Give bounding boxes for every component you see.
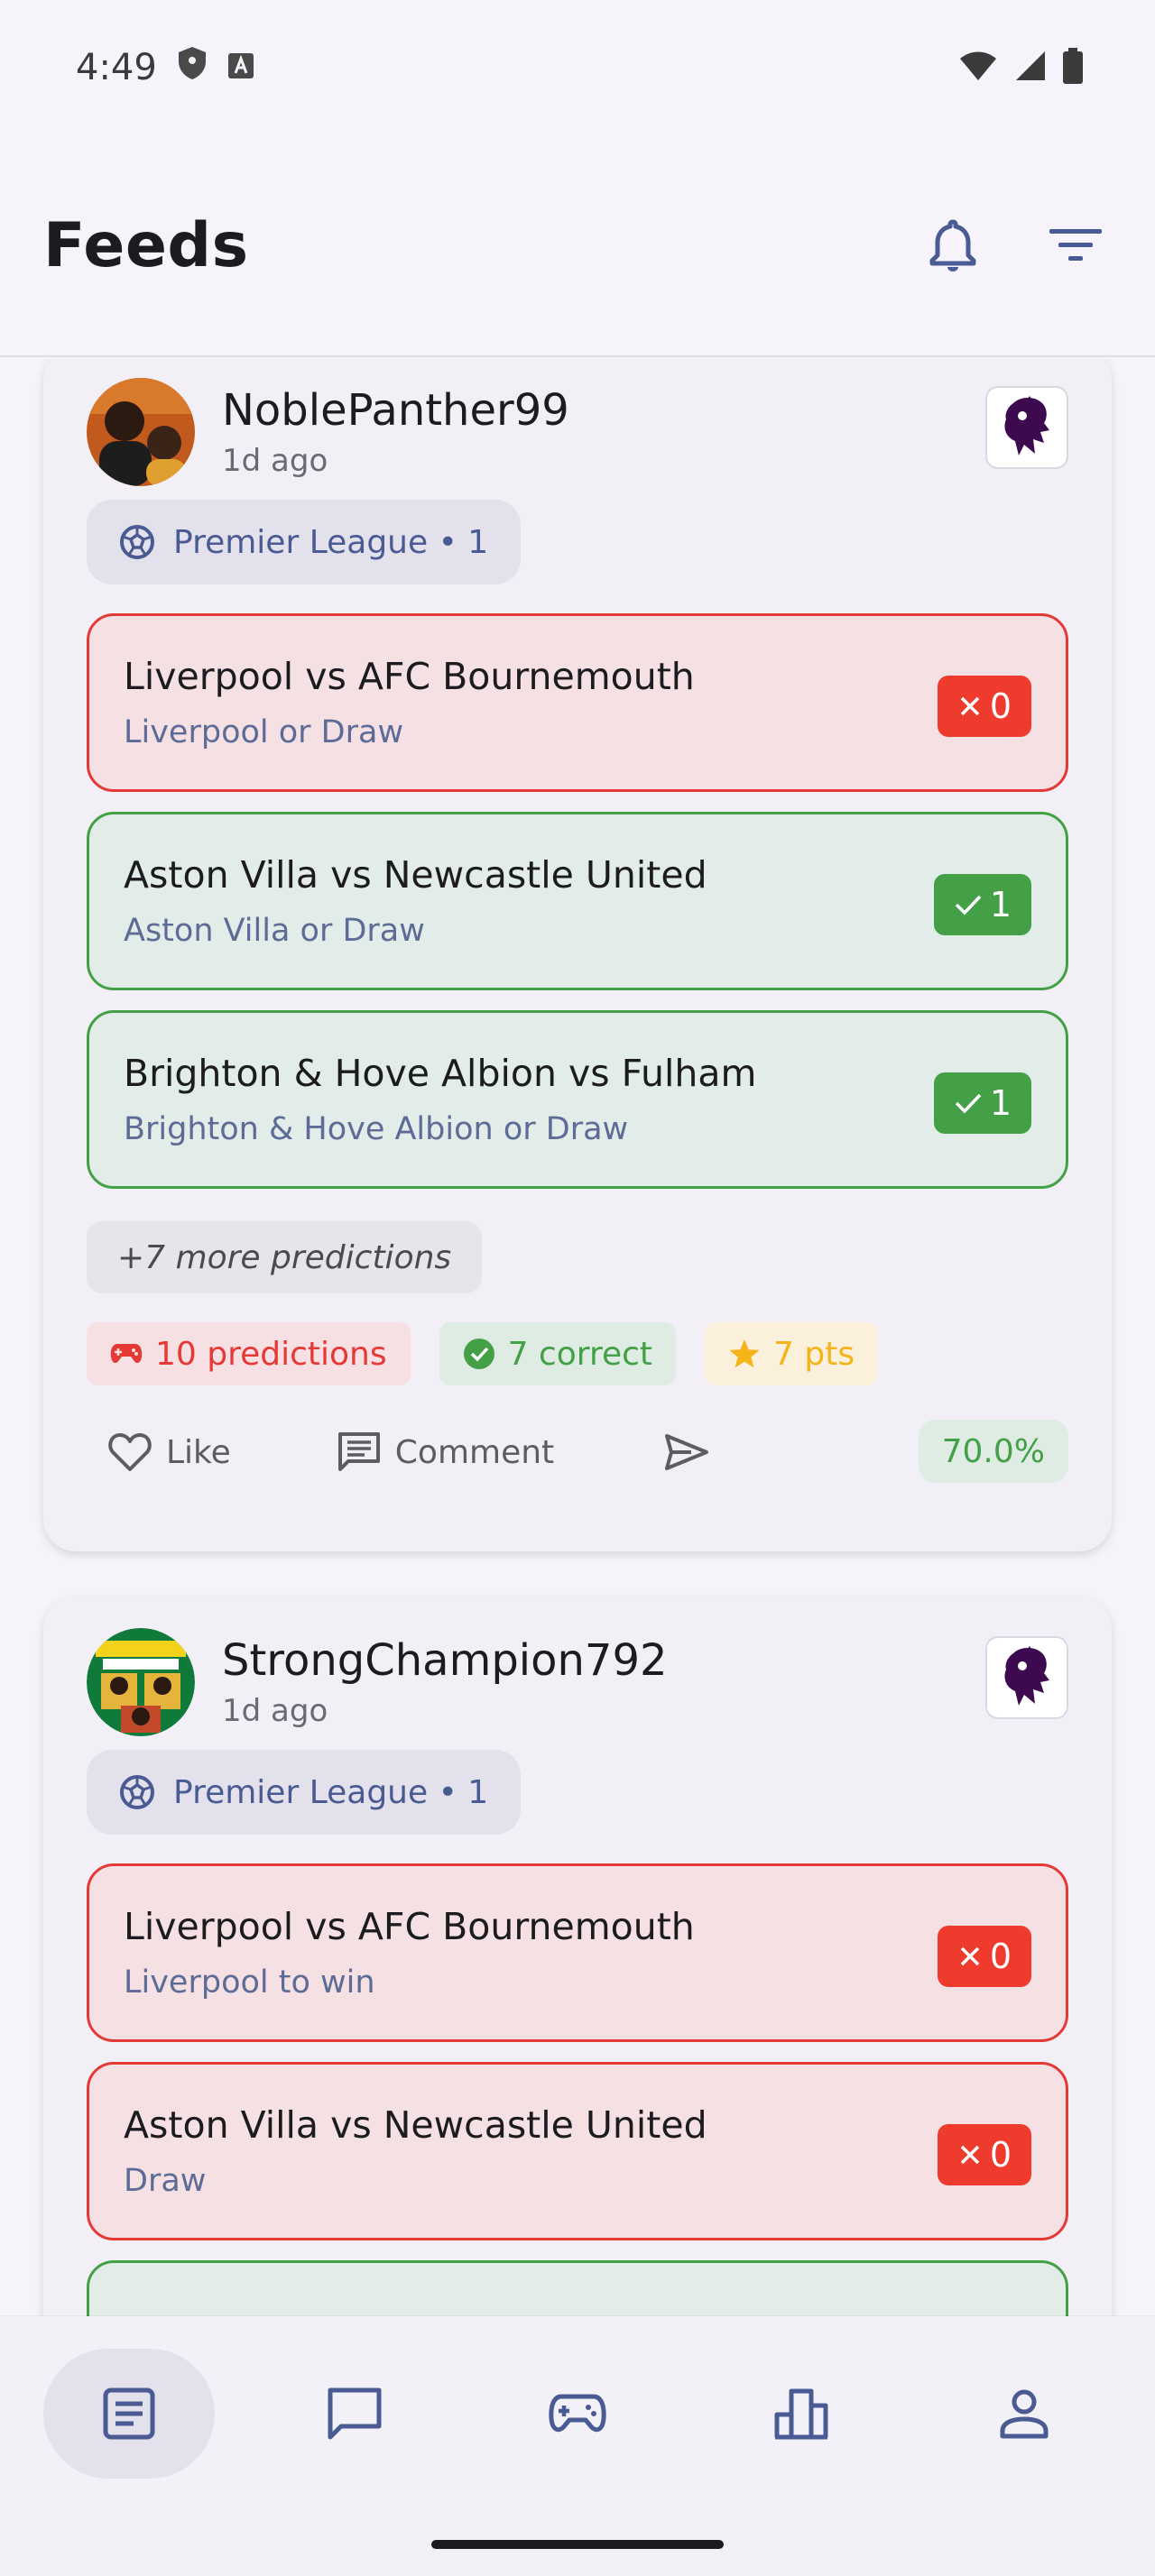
check-icon (955, 1093, 982, 1114)
points-chip: 7 pts (705, 1322, 879, 1385)
filter-button[interactable] (1047, 216, 1104, 274)
like-label: Like (166, 1433, 231, 1471)
avatar[interactable] (87, 1628, 195, 1736)
shield-icon (177, 46, 208, 89)
feed-post-card[interactable]: StrongChampion792 1d ago Premier League … (43, 1596, 1112, 2316)
match-title: Aston Villa vs Newcastle United (124, 2103, 707, 2147)
match-pick: Draw (124, 2163, 207, 2199)
correct-count: 7 correct (507, 1335, 653, 1373)
post-header: StrongChampion792 1d ago (87, 1596, 1068, 1750)
avatar[interactable] (87, 378, 195, 486)
prediction-item[interactable]: Brighton & Hove Albion vs Fulham Brighto… (87, 1010, 1068, 1189)
result-badge: 0 (937, 1926, 1031, 1987)
result-points: 1 (989, 1083, 1012, 1123)
feed-post-card[interactable]: NoblePanther99 1d ago Premier League • 1… (43, 359, 1112, 1551)
match-title: Aston Villa vs Newcastle United (124, 853, 707, 897)
post-username[interactable]: NoblePanther99 (222, 385, 569, 436)
league-chip[interactable]: Premier League • 1 (87, 500, 522, 584)
battery-icon (1063, 48, 1083, 87)
match-title: Liverpool vs AFC Bournemouth (124, 655, 695, 698)
match-title: Liverpool vs AFC Bournemouth (124, 1905, 695, 1948)
notifications-button[interactable] (924, 216, 982, 274)
profile-icon (1000, 2389, 1049, 2439)
premier-league-logo (985, 1636, 1068, 1719)
prediction-item[interactable]: Aston Villa vs Newcastle United Aston Vi… (87, 812, 1068, 990)
prediction-item[interactable]: Liverpool vs AFC Bournemouth Liverpool t… (87, 1863, 1068, 2042)
correct-count-chip: 7 correct (439, 1322, 677, 1385)
soccer-ball-icon (120, 1775, 154, 1809)
send-icon (665, 1434, 709, 1470)
keyboard-a-icon (227, 47, 254, 88)
chat-icon (328, 2387, 382, 2440)
post-time: 1d ago (222, 443, 328, 479)
status-time: 4:49 (76, 47, 157, 88)
post-time: 1d ago (222, 1693, 328, 1729)
games-icon (549, 2394, 606, 2433)
post-stats: 10 predictions 7 correct 7 pts (87, 1322, 1068, 1385)
premier-league-logo (985, 386, 1068, 469)
wifi-icon (958, 50, 998, 86)
result-badge: 1 (933, 874, 1031, 935)
prediction-item[interactable]: Aston Villa vs Newcastle United Draw 0 (87, 2062, 1068, 2240)
prediction-item[interactable]: Liverpool vs AFC Bournemouth Liverpool o… (87, 613, 1068, 792)
like-button[interactable]: Like (108, 1432, 231, 1472)
accuracy-badge: 70.0% (918, 1420, 1068, 1483)
match-pick: Liverpool to win (124, 1964, 375, 2001)
league-chip[interactable]: Premier League • 1 (87, 1750, 522, 1835)
star-icon (729, 1339, 760, 1368)
post-username[interactable]: StrongChampion792 (222, 1635, 668, 1686)
nav-feeds[interactable] (43, 2349, 215, 2479)
bell-icon (929, 219, 976, 271)
close-icon (960, 696, 980, 716)
predictions-count: 10 predictions (155, 1335, 387, 1373)
nav-leaderboard[interactable] (716, 2349, 887, 2479)
heart-icon (108, 1433, 152, 1471)
feed-list[interactable]: NoblePanther99 1d ago Premier League • 1… (0, 359, 1155, 2316)
result-points: 0 (989, 1937, 1012, 1976)
post-header: NoblePanther99 1d ago (87, 359, 1068, 500)
comment-button[interactable]: Comment (337, 1431, 554, 1473)
result-badge: 1 (933, 1072, 1031, 1134)
match-pick: Liverpool or Draw (124, 714, 404, 750)
result-badge: 0 (937, 676, 1031, 737)
points-value: 7 pts (773, 1335, 855, 1373)
signal-icon (1014, 50, 1047, 86)
match-pick: Brighton & Hove Albion or Draw (124, 1111, 629, 1147)
comment-label: Comment (394, 1433, 555, 1471)
prediction-item[interactable] (87, 2260, 1068, 2316)
result-points: 0 (989, 2135, 1012, 2175)
post-actions: Like Comment 70.0% (87, 1394, 1068, 1510)
leaderboard-icon (774, 2388, 828, 2440)
predictions-count-chip: 10 predictions (87, 1322, 411, 1385)
gamepad-icon (110, 1344, 143, 1364)
result-points: 1 (989, 885, 1012, 925)
more-predictions-button[interactable]: +7 more predictions (87, 1221, 483, 1293)
home-indicator[interactable] (431, 2540, 724, 2549)
close-icon (960, 1946, 980, 1966)
close-icon (960, 2145, 980, 2165)
filter-icon (1049, 229, 1102, 261)
nav-profile[interactable] (938, 2349, 1110, 2479)
nav-chat[interactable] (269, 2349, 440, 2479)
nav-games[interactable] (492, 2349, 663, 2479)
result-badge: 0 (937, 2124, 1031, 2185)
share-button[interactable] (664, 1433, 709, 1471)
match-title: Brighton & Hove Albion vs Fulham (124, 1052, 757, 1095)
league-chip-label: Premier League • 1 (173, 1773, 489, 1811)
feeds-icon (103, 2387, 155, 2440)
page-title: Feeds (43, 209, 249, 281)
match-pick: Aston Villa or Draw (124, 913, 425, 949)
check-circle-icon (463, 1339, 494, 1369)
check-icon (955, 895, 982, 915)
result-points: 0 (989, 686, 1012, 726)
soccer-ball-icon (120, 525, 154, 559)
bottom-navigation (0, 2316, 1155, 2576)
status-bar: 4:49 (0, 0, 1155, 135)
league-chip-label: Premier League • 1 (173, 523, 489, 561)
comment-icon (337, 1432, 380, 1471)
app-header: Feeds (0, 135, 1155, 357)
